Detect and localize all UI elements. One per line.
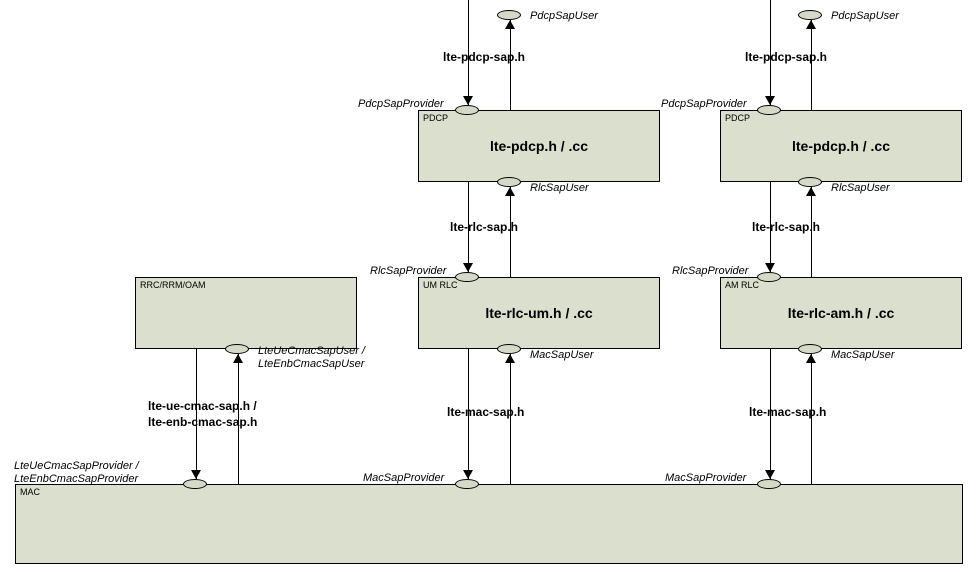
port-macsapuser-left bbox=[497, 344, 521, 354]
arrow-rlcsap-left-up bbox=[505, 187, 515, 196]
port-rlcsapprovider-left bbox=[455, 272, 479, 282]
line-cmac-down bbox=[196, 349, 197, 479]
port-pdcpsapuser-left bbox=[497, 10, 521, 20]
label-macsapuser-left: MacSapUser bbox=[530, 349, 594, 361]
arrow-pdcpsap-left-up bbox=[505, 20, 515, 29]
port-cmacsapuser bbox=[225, 344, 249, 354]
box-pdcp-right-type: PDCP bbox=[725, 113, 750, 123]
port-macsapprovider-right bbox=[757, 479, 781, 489]
box-pdcp-left: PDCP lte-pdcp.h / .cc bbox=[418, 110, 660, 182]
port-rlcsapuser-right bbox=[798, 177, 822, 187]
box-pdcp-left-title: lte-pdcp.h / .cc bbox=[490, 138, 588, 154]
line-rlcsap-right-down bbox=[770, 182, 771, 272]
box-um-rlc: UM RLC lte-rlc-um.h / .cc bbox=[418, 277, 660, 349]
label-cmacsapuser: LteUeCmacSapUser /LteEnbCmacSapUser bbox=[258, 345, 365, 371]
port-rlcsapuser-left bbox=[497, 177, 521, 187]
label-rlcsapprovider-left: RlcSapProvider bbox=[370, 265, 446, 277]
box-am-rlc-type: AM RLC bbox=[725, 280, 759, 290]
arrow-cmac-up bbox=[233, 354, 243, 363]
box-am-rlc-title: lte-rlc-am.h / .cc bbox=[788, 305, 895, 321]
label-macsapprovider-right: MacSapProvider bbox=[665, 472, 746, 484]
box-um-rlc-type: UM RLC bbox=[423, 280, 458, 290]
label-rlcsapprovider-right: RlcSapProvider bbox=[672, 265, 748, 277]
label-lte-rlc-sap-left: lte-rlc-sap.h bbox=[450, 220, 518, 234]
arrow-rlcsap-left-down bbox=[463, 263, 473, 272]
line-cmac-up bbox=[238, 354, 239, 484]
arrow-pdcpsap-right-up bbox=[806, 20, 816, 29]
line-macsap-right-up bbox=[811, 354, 812, 484]
arrow-macsap-right-down bbox=[765, 470, 775, 479]
line-rlcsap-left-down bbox=[468, 182, 469, 272]
label-cmacsapprovider: LteUeCmacSapProvider /LteEnbCmacSapProvi… bbox=[14, 460, 139, 486]
label-pdcpsapprovider-left: PdcpSapProvider bbox=[358, 98, 444, 110]
arrow-rlcsap-right-up bbox=[806, 187, 816, 196]
port-pdcpsapuser-right bbox=[798, 10, 822, 20]
line-macsap-left-down bbox=[468, 349, 469, 479]
label-rlcsapuser-left: RlcSapUser bbox=[530, 182, 589, 194]
port-cmacsapprovider bbox=[183, 479, 207, 489]
line-macsap-right-down bbox=[770, 349, 771, 479]
port-pdcpsapprovider-left bbox=[455, 105, 479, 115]
arrow-pdcpsap-left-down bbox=[463, 96, 473, 105]
line-rlcsap-right-up bbox=[811, 187, 812, 277]
label-lte-cmac-sap: lte-ue-cmac-sap.h /lte-enb-cmac-sap.h bbox=[148, 398, 257, 430]
box-mac-type: MAC bbox=[20, 487, 40, 497]
box-um-rlc-title: lte-rlc-um.h / .cc bbox=[485, 305, 592, 321]
label-lte-pdcp-sap-right: lte-pdcp-sap.h bbox=[745, 50, 827, 64]
arrow-cmac-down bbox=[191, 470, 201, 479]
arrow-rlcsap-right-down bbox=[765, 263, 775, 272]
box-pdcp-right: PDCP lte-pdcp.h / .cc bbox=[720, 110, 962, 182]
label-lte-pdcp-sap-left: lte-pdcp-sap.h bbox=[443, 50, 525, 64]
label-pdcpsapuser-right: PdcpSapUser bbox=[831, 10, 899, 22]
arrow-pdcpsap-right-down bbox=[765, 96, 775, 105]
label-lte-mac-sap-left: lte-mac-sap.h bbox=[447, 405, 524, 419]
box-mac: MAC bbox=[15, 484, 963, 564]
line-pdcpsap-right-up bbox=[811, 20, 812, 110]
line-pdcpsap-right-down bbox=[770, 0, 771, 105]
label-pdcpsapuser-left: PdcpSapUser bbox=[530, 10, 598, 22]
arrow-macsap-right-up bbox=[806, 354, 816, 363]
arrow-macsap-left-up bbox=[505, 354, 515, 363]
box-rrc-type: RRC/RRM/OAM bbox=[140, 280, 206, 290]
line-macsap-left-up bbox=[510, 354, 511, 484]
port-rlcsapprovider-right bbox=[757, 272, 781, 282]
line-rlcsap-left-up bbox=[510, 187, 511, 277]
port-macsapuser-right bbox=[798, 344, 822, 354]
label-lte-cmac-sap-text: lte-ue-cmac-sap.h /lte-enb-cmac-sap.h bbox=[148, 398, 257, 430]
box-pdcp-left-type: PDCP bbox=[423, 113, 448, 123]
label-macsapuser-right: MacSapUser bbox=[831, 349, 895, 361]
label-macsapprovider-left: MacSapProvider bbox=[363, 472, 444, 484]
port-pdcpsapprovider-right bbox=[757, 105, 781, 115]
line-pdcpsap-left-down bbox=[468, 0, 469, 105]
box-rrc: RRC/RRM/OAM bbox=[135, 277, 357, 349]
label-rlcsapuser-right: RlcSapUser bbox=[831, 182, 890, 194]
box-pdcp-right-title: lte-pdcp.h / .cc bbox=[792, 138, 890, 154]
port-macsapprovider-left bbox=[455, 479, 479, 489]
box-am-rlc: AM RLC lte-rlc-am.h / .cc bbox=[720, 277, 962, 349]
label-lte-mac-sap-right: lte-mac-sap.h bbox=[749, 405, 826, 419]
label-lte-rlc-sap-right: lte-rlc-sap.h bbox=[752, 220, 820, 234]
label-pdcpsapprovider-right: PdcpSapProvider bbox=[661, 98, 747, 110]
arrow-macsap-left-down bbox=[463, 470, 473, 479]
line-pdcpsap-left-up bbox=[510, 20, 511, 110]
